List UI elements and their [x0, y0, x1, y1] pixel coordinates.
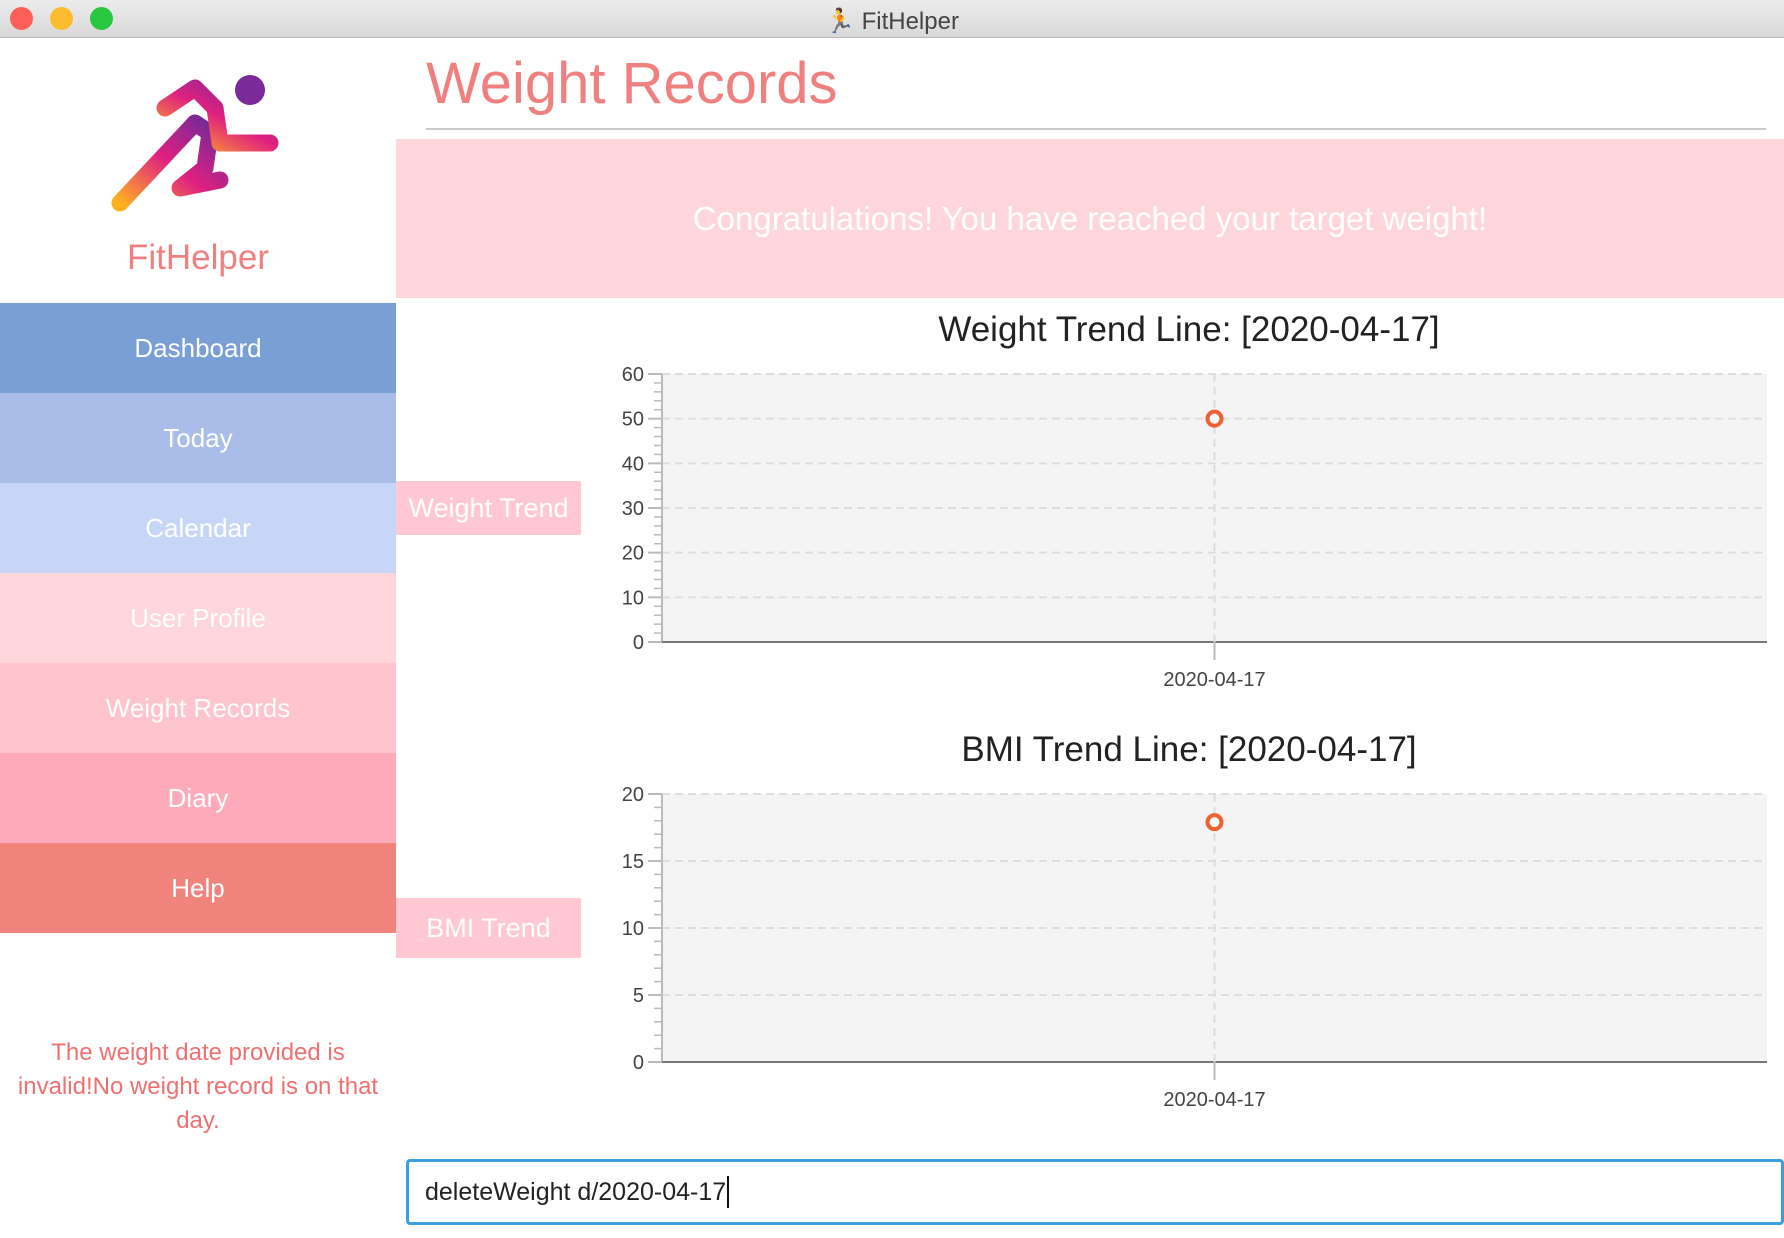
weight-trend-chart: 0 10 20 30 40 50 60 2020-04-17	[622, 364, 1767, 691]
weight-chart-title: Weight Trend Line: [2020-04-17]	[938, 310, 1440, 349]
y-tick-label: 0	[633, 1052, 644, 1074]
y-tick-label: 50	[622, 409, 644, 431]
sidebar-item-help[interactable]: Help	[0, 843, 396, 933]
data-point	[1205, 409, 1224, 428]
sidebar: FitHelper Dashboard Today Calendar User Pro…	[0, 38, 396, 1238]
sidebar-item-today[interactable]: Today	[0, 393, 396, 483]
title-bar: 🏃 FitHelper	[0, 0, 1784, 38]
x-tick-label: 2020-04-17	[1163, 1089, 1265, 1111]
page-title: Weight Records	[426, 51, 838, 116]
command-input[interactable]: deleteWeight d/2020-04-17	[406, 1159, 1784, 1225]
tab-bmi-trend[interactable]: BMI Trend	[396, 898, 581, 958]
brand-name: FitHelper	[127, 238, 269, 277]
y-tick-label: 10	[622, 918, 644, 940]
y-tick-label: 60	[622, 364, 644, 386]
sidebar-item-calendar[interactable]: Calendar	[0, 483, 396, 573]
window-title: 🏃 FitHelper	[825, 8, 959, 35]
bmi-chart-title: BMI Trend Line: [2020-04-17]	[961, 730, 1417, 769]
runner-icon: 🏃	[825, 8, 855, 35]
sidebar-item-dashboard[interactable]: Dashboard	[0, 303, 396, 393]
congratulations-banner: Congratulations! You have reached your t…	[396, 139, 1784, 298]
result-message: The weight date provided is invalid!No w…	[17, 1039, 379, 1134]
sidebar-item-weight-records[interactable]: Weight Records	[0, 663, 396, 753]
y-tick-label: 15	[622, 851, 644, 873]
sidebar-item-user-profile[interactable]: User Profile	[0, 573, 396, 663]
bmi-trend-chart: 0 5 10 15 20 2020-04-17	[622, 784, 1767, 1111]
y-tick-label: 20	[622, 543, 644, 565]
y-tick-label: 30	[622, 498, 644, 520]
divider	[426, 128, 1766, 130]
y-tick-label: 20	[622, 784, 644, 806]
text-caret	[727, 1176, 730, 1208]
x-tick-label: 2020-04-17	[1163, 669, 1265, 691]
y-tick-label: 10	[622, 587, 644, 609]
tab-weight-trend[interactable]: Weight Trend	[396, 481, 581, 535]
sidebar-item-diary[interactable]: Diary	[0, 753, 396, 843]
y-tick-label: 5	[633, 985, 644, 1007]
y-tick-label: 0	[633, 632, 644, 654]
runner-logo-icon	[111, 75, 279, 212]
y-tick-label: 40	[622, 453, 644, 475]
data-point	[1205, 813, 1224, 832]
